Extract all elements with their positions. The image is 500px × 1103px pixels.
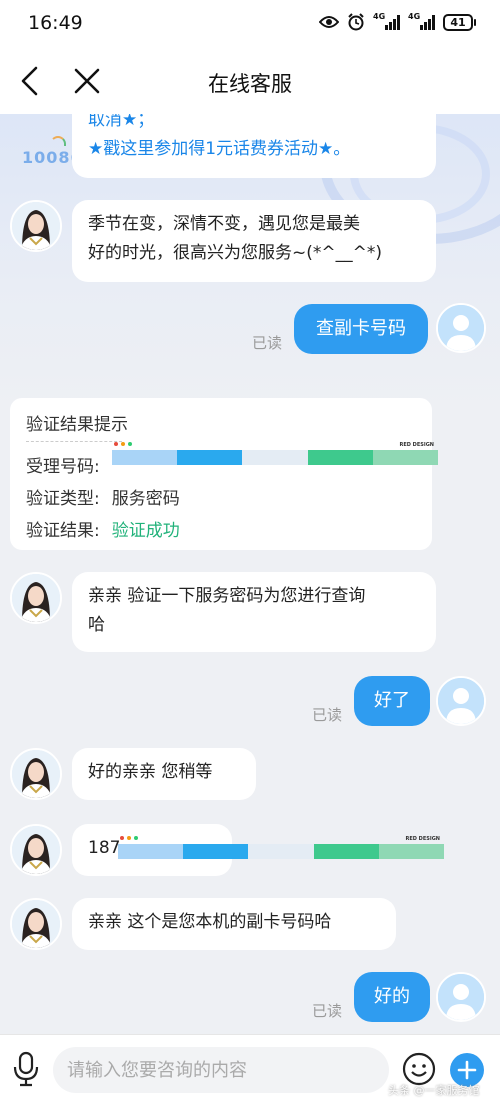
read-receipt: 已读: [312, 706, 343, 724]
promo-link[interactable]: ★戳这里参加得1元话费券活动★。: [88, 135, 420, 164]
redacted-number: RED DESIGN: [112, 442, 439, 466]
chat-area[interactable]: 10086 取消★； ★戳这里参加得1元话费券活动★。 季节在变，深情不变，遇见…: [0, 114, 500, 1034]
card-row-value: 服务密码: [111, 489, 180, 509]
watermark: 头条 @一家服务馆: [388, 1084, 480, 1097]
card-title: 验证结果提示: [26, 415, 128, 435]
message-bubble-user: 好的: [354, 972, 430, 1022]
signal-icon: 4G: [408, 12, 435, 30]
agent-avatar[interactable]: [10, 898, 62, 950]
message-text: 好的亲亲 您稍等: [88, 762, 213, 782]
redact-tag: RED DESIGN: [399, 442, 434, 448]
status-time: 16:49: [28, 12, 83, 34]
redact-tag: RED DESIGN: [405, 836, 440, 842]
read-receipt: 已读: [252, 334, 283, 352]
user-avatar[interactable]: [436, 303, 486, 353]
message-bubble-user: 查副卡号码: [294, 304, 428, 354]
microphone-icon[interactable]: [12, 1051, 40, 1087]
message-bubble-promo: 取消★； ★戳这里参加得1元话费券活动★。: [72, 114, 436, 178]
nav-bar: 在线客服: [0, 48, 500, 114]
card-row-label: 验证类型:: [26, 489, 100, 509]
smiley-icon[interactable]: [402, 1052, 436, 1086]
agent-avatar[interactable]: [10, 200, 62, 252]
read-receipt: 已读: [312, 1002, 343, 1020]
verification-card: 验证结果提示 受理号码: RED DESIGN 验证类型: 服务密码 验证结果: 验…: [10, 398, 439, 550]
card-row-label: 受理号码:: [26, 457, 100, 477]
message-text: 季节在变，深情不变，遇见您是最美: [88, 214, 360, 234]
message-text: 亲亲 这个是您本机的副卡号码哈: [88, 912, 332, 932]
message-bubble-agent: 亲亲 验证一下服务密码为您进行查询 哈: [72, 572, 436, 652]
message-text: 好的时光，很高兴为您服务~(*^__^*): [88, 243, 382, 263]
page-title: 在线客服: [208, 72, 292, 96]
status-icons: 4G 4G 41: [319, 12, 476, 31]
status-bar: 16:49 4G 4G 41: [0, 0, 500, 48]
agent-avatar[interactable]: [10, 748, 62, 800]
message-text: 亲亲 验证一下服务密码为您进行查询: [88, 586, 366, 606]
message-bubble-agent: 好的亲亲 您稍等: [72, 748, 256, 800]
divider: [26, 441, 122, 442]
message-text: 哈: [88, 615, 105, 635]
card-row: 验证类型: 服务密码: [26, 484, 180, 509]
agent-avatar[interactable]: [10, 572, 62, 624]
eye-icon: [319, 16, 339, 28]
battery-icon: 41: [443, 13, 476, 31]
message-bubble-greeting: 季节在变，深情不变，遇见您是最美 好的时光，很高兴为您服务~(*^__^*): [72, 200, 436, 282]
user-avatar[interactable]: [436, 676, 486, 726]
card-row: 受理号码:: [26, 452, 100, 477]
message-input[interactable]: [53, 1047, 389, 1093]
signal-label: 4G: [408, 12, 421, 21]
message-bubble-agent: 亲亲 这个是您本机的副卡号码哈: [72, 898, 396, 950]
redacted-number: RED DESIGN: [118, 836, 445, 860]
promo-line-1[interactable]: 取消★；: [88, 114, 420, 135]
battery-level: 41: [443, 13, 473, 31]
signal-label: 4G: [373, 12, 386, 21]
card-row: 验证结果: 验证成功: [26, 516, 180, 541]
card-row-label: 验证结果:: [26, 521, 100, 541]
signal-icon: 4G: [373, 12, 400, 30]
verify-status: 验证成功: [111, 521, 180, 541]
alarm-icon: [348, 13, 364, 31]
message-bubble-user: 好了: [354, 676, 430, 726]
user-avatar[interactable]: [436, 972, 486, 1022]
agent-avatar[interactable]: [10, 824, 62, 876]
